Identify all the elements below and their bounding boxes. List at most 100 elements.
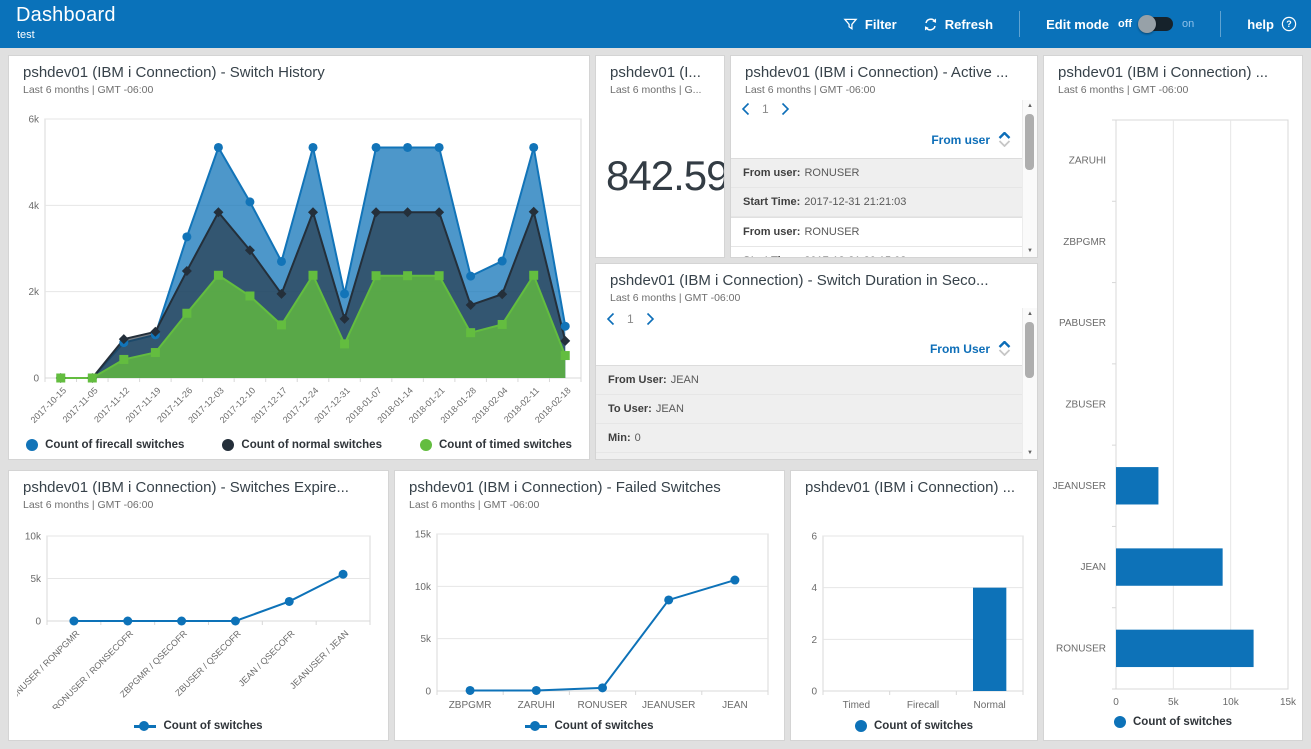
sort-asc-icon[interactable] [998, 132, 1011, 139]
switches-by-user-chart: 05k10k15kZARUHIZBPGMRPABUSERZBUSERJEANUS… [1052, 112, 1296, 712]
scroll-up-icon[interactable]: ▲ [1023, 100, 1037, 112]
svg-text:JEANUSER / JEAN: JEANUSER / JEAN [288, 628, 351, 691]
sort-control[interactable]: From user [931, 132, 1011, 147]
svg-text:ZARUHI: ZARUHI [1069, 156, 1106, 167]
panel-switch-history: pshdev01 (IBM i Connection) - Switch His… [8, 55, 590, 460]
panel-subtitle: Last 6 months | GMT -06:00 [409, 499, 539, 511]
panel-title: pshdev01 (IBM i Connection) - Switches E… [23, 479, 378, 496]
svg-text:5k: 5k [1168, 697, 1180, 708]
legend-dot-icon [420, 439, 432, 451]
svg-text:JEANUSER: JEANUSER [642, 700, 695, 711]
failed-switches-chart: 05k10k15kZBPGMRZARUHIRONUSERJEANUSERJEAN [403, 529, 778, 727]
panel-subtitle: Last 6 months | GMT -06:00 [23, 499, 153, 511]
toggle-knob[interactable] [1138, 15, 1156, 33]
svg-text:0: 0 [1113, 697, 1119, 708]
svg-text:ZARUHI: ZARUHI [518, 700, 555, 711]
svg-text:5k: 5k [420, 634, 432, 645]
svg-text:Timed: Timed [843, 700, 870, 711]
legend-item-switches: Count of switches [525, 720, 653, 732]
help-button[interactable]: help ? [1247, 16, 1297, 32]
filter-button[interactable]: Filter [843, 17, 897, 32]
list-item: Min:0 [596, 424, 1023, 453]
list-item: Start Time:2017-12-31 20:15:08 [731, 247, 1023, 258]
scroll-down-icon[interactable]: ▼ [1023, 245, 1037, 257]
list-item: From user:RONUSER [731, 218, 1023, 247]
help-icon: ? [1281, 16, 1297, 32]
scrollbar-thumb[interactable] [1025, 322, 1034, 378]
svg-text:?: ? [1286, 19, 1292, 29]
scrollbar[interactable]: ▲ ▼ [1022, 100, 1037, 257]
panel-title: pshdev01 (IBM i Connection) ... [1058, 64, 1292, 81]
refresh-button[interactable]: Refresh [923, 17, 993, 32]
svg-text:RONUSER: RONUSER [577, 700, 627, 711]
panel-title: pshdev01 (IBM i Connection) - Switch His… [23, 64, 579, 81]
record-list: From user:RONUSER Start Time:2017-12-31 … [731, 159, 1023, 258]
top-header-bar: Dashboard test Filter Refresh Edit mode … [0, 0, 1311, 48]
legend-item-switches: Count of switches [855, 720, 973, 732]
legend-dot-icon [855, 720, 867, 732]
svg-text:15k: 15k [1280, 697, 1296, 708]
legend-dot-icon [222, 439, 234, 451]
edit-mode-toggle[interactable] [1141, 17, 1173, 31]
svg-text:0: 0 [35, 617, 41, 628]
svg-text:JEAN: JEAN [722, 700, 748, 711]
next-page-icon[interactable] [781, 102, 790, 116]
panel-subtitle: Last 6 months | G... [610, 84, 701, 96]
chart-legend: Count of switches [791, 720, 1037, 732]
scroll-down-icon[interactable]: ▼ [1023, 447, 1037, 459]
page-subtitle: test [17, 29, 35, 41]
switches-expired-chart: 05k10kRONUSER / RONPGMRRONUSER / RONSECO… [17, 531, 382, 709]
legend-item-firecall: Count of firecall switches [26, 439, 184, 451]
page-number: 1 [627, 312, 634, 326]
scrollbar-thumb[interactable] [1025, 114, 1034, 170]
scrollbar[interactable]: ▲ ▼ [1022, 308, 1037, 459]
svg-text:6k: 6k [28, 115, 40, 126]
prev-page-icon[interactable] [741, 102, 750, 116]
sort-control[interactable]: From User [930, 341, 1011, 356]
legend-item-normal: Count of normal switches [222, 439, 382, 451]
svg-text:0: 0 [425, 687, 431, 698]
edit-mode-on-label: on [1182, 18, 1194, 30]
sort-asc-icon[interactable] [998, 341, 1011, 348]
panel-subtitle: Last 6 months | GMT -06:00 [23, 84, 153, 96]
svg-text:10k: 10k [415, 582, 432, 593]
list-item: Max:446,564 [596, 453, 1023, 460]
panel-switches-by-user: pshdev01 (IBM i Connection) ... Last 6 m… [1043, 55, 1303, 741]
scroll-up-icon[interactable]: ▲ [1023, 308, 1037, 320]
next-page-icon[interactable] [646, 312, 655, 326]
svg-text:JEAN: JEAN [1080, 562, 1106, 573]
switch-history-chart: 02k4k6k2017-10-152017-11-052017-11-12201… [13, 108, 587, 448]
filter-icon [843, 17, 858, 32]
legend-item-timed: Count of timed switches [420, 439, 572, 451]
edit-mode-off-label: off [1118, 18, 1132, 30]
panel-subtitle: Last 6 months | GMT -06:00 [745, 84, 875, 96]
prev-page-icon[interactable] [606, 312, 615, 326]
sort-label: From User [930, 342, 990, 356]
list-item: From user:RONUSER [731, 159, 1023, 188]
panel-title: pshdev01 (IBM i Connection) - Switch Dur… [610, 272, 1027, 289]
svg-text:PABUSER: PABUSER [1059, 318, 1106, 329]
sort-desc-icon[interactable] [998, 349, 1011, 356]
filter-label: Filter [865, 17, 897, 32]
svg-text:JEAN / QSECOFR: JEAN / QSECOFR [237, 628, 297, 688]
panel-title: pshdev01 (IBM i Connection) - Active ... [745, 64, 1027, 81]
list-record: From user:RONUSER Start Time:2017-12-31 … [731, 159, 1023, 218]
sort-label: From user [931, 133, 990, 147]
svg-text:4k: 4k [28, 201, 40, 212]
header-divider [1019, 11, 1020, 37]
panel-subtitle: Last 6 months | GMT -06:00 [1058, 84, 1188, 96]
sort-desc-icon[interactable] [998, 140, 1011, 147]
panel-failed-switches: pshdev01 (IBM i Connection) - Failed Swi… [394, 470, 785, 741]
panel-subtitle: Last 6 months | GMT -06:00 [610, 292, 740, 304]
chart-legend: Count of switches [1044, 716, 1302, 728]
svg-text:15k: 15k [415, 530, 432, 541]
list-record: From User:JEAN To User:JEAN Min:0 Max:44… [596, 366, 1023, 460]
panel-switch-duration: pshdev01 (IBM i Connection) - Switch Dur… [595, 263, 1038, 460]
page-number: 1 [762, 102, 769, 116]
edit-mode-label: Edit mode [1046, 17, 1109, 32]
list-item: To User:JEAN [596, 395, 1023, 424]
panel-single-value: pshdev01 (I... Last 6 months | G... 842.… [595, 55, 725, 258]
svg-text:ZBUSER: ZBUSER [1065, 400, 1106, 411]
svg-text:6: 6 [811, 532, 817, 543]
svg-text:10k: 10k [1223, 697, 1240, 708]
